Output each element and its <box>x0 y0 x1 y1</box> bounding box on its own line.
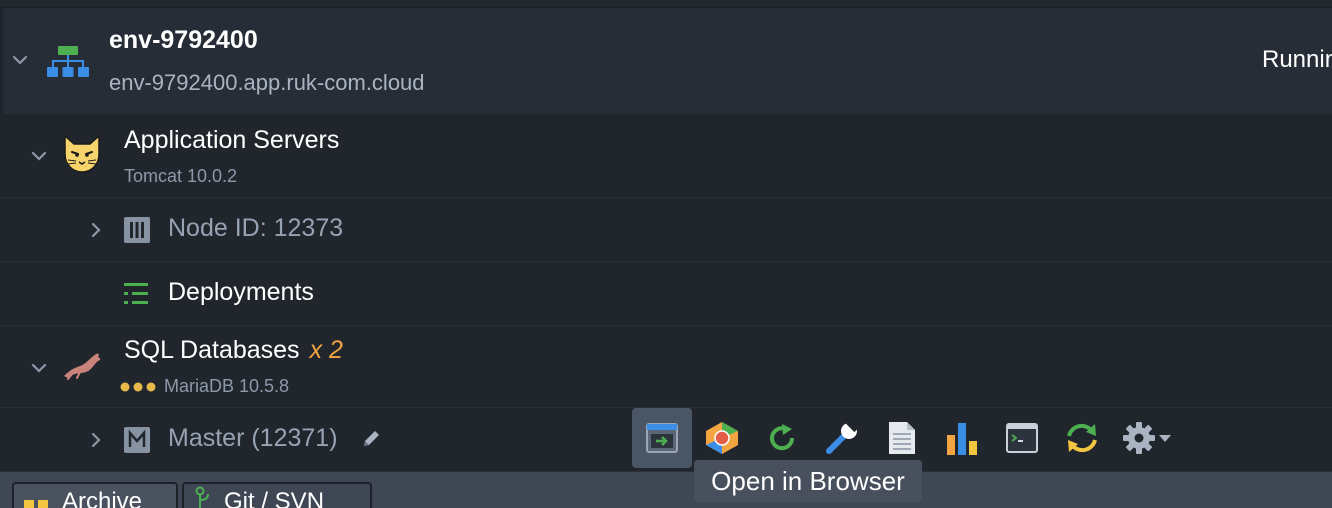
tab-archive[interactable]: Archive <box>12 482 178 508</box>
archive-icon <box>24 500 48 508</box>
web-ssh-button[interactable] <box>992 408 1052 468</box>
config-wrench-icon <box>826 421 859 454</box>
open-in-browser-icon <box>646 423 678 453</box>
node-icon <box>124 217 150 243</box>
chevron-right-icon[interactable] <box>89 222 103 238</box>
chevron-down-icon <box>1159 435 1171 442</box>
node-count-badge: x 2 <box>309 336 343 364</box>
environment-panel: env-9792400 env-9792400.app.ruk-com.clou… <box>0 0 1332 508</box>
chevron-down-icon[interactable] <box>12 52 28 68</box>
environment-name[interactable]: env-9792400 <box>109 26 258 55</box>
web-ssh-terminal-icon <box>1006 423 1038 453</box>
group-sql-databases[interactable]: SQL Databases x 2 MariaDB 10.5.8 <box>0 326 1332 408</box>
group-title: Application Servers <box>124 126 340 154</box>
environment-row[interactable]: env-9792400 env-9792400.app.ruk-com.clou… <box>0 8 1332 114</box>
restart-button[interactable] <box>752 408 812 468</box>
add-ons-button[interactable] <box>692 408 752 468</box>
chevron-down-icon[interactable] <box>31 148 47 164</box>
deployments-row[interactable]: Deployments <box>0 262 1332 326</box>
redeploy-button[interactable] <box>1052 408 1112 468</box>
git-branch-icon <box>195 486 209 508</box>
node-row[interactable]: Node ID: 12373 <box>0 198 1332 262</box>
add-ons-icon <box>706 422 738 454</box>
environment-status: Runnin <box>1262 46 1332 73</box>
open-in-browser-button[interactable] <box>632 408 692 468</box>
group-application-servers[interactable]: Application Servers Tomcat 10.0.2 <box>0 114 1332 198</box>
group-version: Tomcat 10.0.2 <box>124 166 238 186</box>
environment-domain-link[interactable]: env-9792400.app.ruk-com.cloud <box>109 70 425 96</box>
settings-dropdown-button[interactable] <box>1112 408 1182 468</box>
pencil-icon[interactable] <box>360 428 382 450</box>
tooltip: Open in Browser <box>694 460 922 502</box>
gear-icon <box>1123 422 1155 454</box>
tab-git-svn[interactable]: Git / SVN <box>182 482 372 508</box>
group-title: SQL Databases x 2 <box>124 336 343 365</box>
tab-label: Archive <box>62 488 143 508</box>
master-node-label[interactable]: Master (12371) <box>168 424 338 453</box>
mariadb-seal-icon <box>64 353 101 380</box>
cluster-dots-icon <box>120 382 156 392</box>
tomcat-icon <box>64 134 100 173</box>
log-file-icon <box>889 422 915 454</box>
top-divider <box>0 0 1332 8</box>
master-node-icon <box>124 427 150 453</box>
statistics-button[interactable] <box>932 408 992 468</box>
chevron-right-icon[interactable] <box>89 432 103 448</box>
chevron-down-icon[interactable] <box>31 360 47 376</box>
tab-label: Git / SVN <box>224 488 325 508</box>
redeploy-icon <box>1067 423 1097 453</box>
statistics-chart-icon <box>947 423 977 455</box>
node-label[interactable]: Node ID: 12373 <box>168 214 343 243</box>
group-title-text: SQL Databases <box>124 336 300 364</box>
environment-topology-icon <box>47 46 89 77</box>
deployments-label[interactable]: Deployments <box>168 278 314 307</box>
master-node-row[interactable]: Master (12371) <box>0 408 1332 472</box>
restart-icon <box>770 424 795 451</box>
deployment-source-bar: Archive Git / SVN <box>0 472 1332 508</box>
log-button[interactable] <box>872 408 932 468</box>
group-version: MariaDB 10.5.8 <box>164 376 290 396</box>
deployments-list-icon <box>124 283 148 304</box>
config-button[interactable] <box>812 408 872 468</box>
